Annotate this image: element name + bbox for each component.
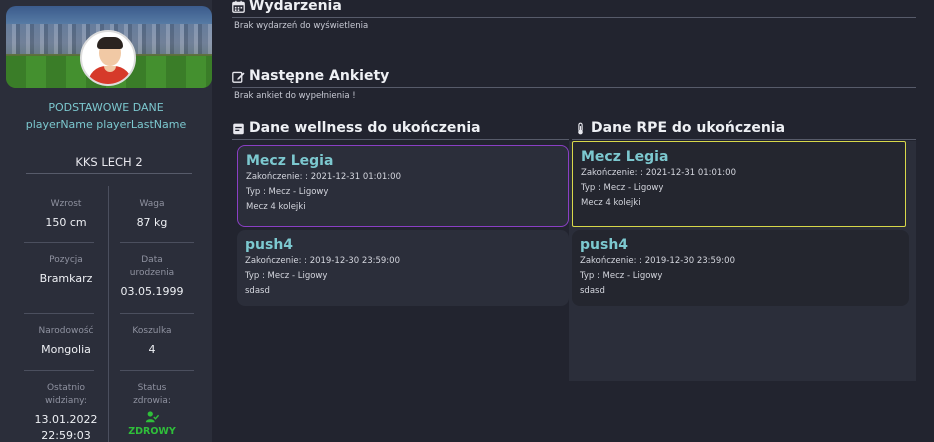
birthdate-cell: Data urodzenia 03.05.1999 — [110, 254, 194, 299]
wellness-title: Dane wellness do ukończenia — [249, 120, 481, 136]
card-end-date: Zakończenie: : 2019-12-30 23:59:00 — [580, 256, 735, 266]
card-description: Mecz 4 kolejki — [581, 198, 641, 208]
section-title: PODSTAWOWE DANE — [48, 101, 164, 114]
card-description: Mecz 4 kolejki — [246, 202, 306, 212]
avatar-hair — [97, 37, 123, 49]
events-heading: Wydarzenia — [232, 0, 342, 14]
team-name: KKS LECH 2 — [26, 155, 192, 174]
card-title: Mecz Legia — [581, 149, 669, 165]
player-sidebar: PODSTAWOWE DANE playerName playerLastNam… — [0, 0, 212, 442]
wellness-heading: Dane wellness do ukończenia — [232, 120, 481, 136]
health-label-1: Status — [137, 383, 167, 393]
nationality-cell: Narodowość Mongolia — [24, 325, 108, 357]
row-divider — [120, 313, 194, 314]
events-title: Wydarzenia — [249, 0, 342, 14]
shirt-label: Koszulka — [132, 326, 172, 336]
events-divider — [232, 17, 916, 18]
rpe-title: Dane RPE do ukończenia — [591, 120, 786, 136]
last-seen-time: 22:59:03 — [41, 429, 91, 442]
weight-cell: Waga 87 kg — [110, 198, 194, 230]
row-divider — [24, 242, 94, 243]
weight-value: 87 kg — [136, 216, 168, 229]
position-label: Pozycja — [49, 255, 83, 265]
rpe-card-2[interactable]: push4 Zakończenie: : 2019-12-30 23:59:00… — [572, 230, 909, 306]
card-title: push4 — [580, 237, 629, 253]
user-check-icon — [145, 411, 159, 423]
card-type: Typ : Mecz - Ligowy — [580, 271, 663, 281]
events-empty-text: Brak wydarzeń do wyświetlenia — [234, 21, 369, 31]
card-type: Typ : Mecz - Ligowy — [245, 271, 328, 281]
edit-icon — [232, 71, 245, 83]
last-seen-label-1: Ostatnio — [46, 383, 86, 393]
nationality-label: Narodowość — [38, 326, 94, 336]
position-value: Bramkarz — [39, 272, 93, 285]
card-end-date: Zakończenie: : 2021-12-31 01:01:00 — [581, 168, 736, 178]
grid-divider — [108, 186, 109, 442]
card-description: sdasd — [580, 286, 605, 296]
card-description: sdasd — [245, 286, 270, 296]
wellness-card-1[interactable]: Mecz Legia Zakończenie: : 2021-12-31 01:… — [237, 145, 569, 227]
card-title: push4 — [245, 237, 294, 253]
wellness-divider — [232, 139, 569, 140]
nationality-value: Mongolia — [41, 343, 91, 356]
card-type: Typ : Mecz - Ligowy — [246, 187, 329, 197]
rpe-divider — [572, 139, 916, 140]
clipboard-icon — [233, 123, 244, 134]
birthdate-label-1: Data — [141, 255, 163, 265]
weight-label: Waga — [139, 199, 165, 209]
card-type: Typ : Mecz - Ligowy — [581, 183, 664, 193]
shirt-cell: Koszulka 4 — [110, 325, 194, 357]
card-end-date: Zakończenie: : 2021-12-31 01:01:00 — [246, 172, 401, 182]
player-name: playerName playerLastName — [25, 118, 187, 131]
last-seen-cell: Ostatnio widziany: 13.01.2022 22:59:03 — [24, 382, 108, 442]
rpe-card-1[interactable]: Mecz Legia Zakończenie: : 2021-12-31 01:… — [572, 141, 906, 227]
birthdate-label-2: urodzenia — [129, 268, 175, 278]
row-divider — [120, 242, 194, 243]
position-cell: Pozycja Bramkarz — [24, 254, 108, 286]
dashboard-main: Wydarzenia Brak wydarzeń do wyświetlenia… — [232, 0, 934, 442]
wellness-card-2[interactable]: push4 Zakończenie: : 2019-12-30 23:59:00… — [237, 230, 569, 306]
card-end-date: Zakończenie: : 2019-12-30 23:59:00 — [245, 256, 400, 266]
health-cell: Status zdrowia: ZDROWY — [110, 382, 194, 437]
surveys-title: Następne Ankiety — [249, 68, 390, 84]
row-divider — [120, 370, 194, 371]
height-cell: Wzrost 150 cm — [24, 198, 108, 230]
surveys-divider — [232, 87, 916, 88]
shirt-value: 4 — [148, 343, 156, 356]
height-label: Wzrost — [50, 199, 82, 209]
card-title: Mecz Legia — [246, 153, 334, 169]
calendar-icon — [232, 0, 245, 13]
avatar[interactable] — [80, 30, 136, 86]
thermometer-icon — [578, 122, 583, 134]
surveys-empty-text: Brak ankiet do wypełnienia ! — [234, 91, 356, 101]
health-status: ZDROWY — [128, 426, 176, 437]
last-seen-date: 13.01.2022 — [34, 413, 98, 426]
row-divider — [24, 370, 94, 371]
health-label-2: zdrowia: — [133, 396, 171, 406]
height-value: 150 cm — [45, 216, 87, 229]
last-seen-label-2: widziany: — [45, 396, 87, 406]
row-divider — [24, 313, 94, 314]
birthdate-value: 03.05.1999 — [120, 285, 184, 298]
rpe-heading: Dane RPE do ukończenia — [574, 120, 785, 136]
surveys-heading: Następne Ankiety — [232, 68, 389, 84]
